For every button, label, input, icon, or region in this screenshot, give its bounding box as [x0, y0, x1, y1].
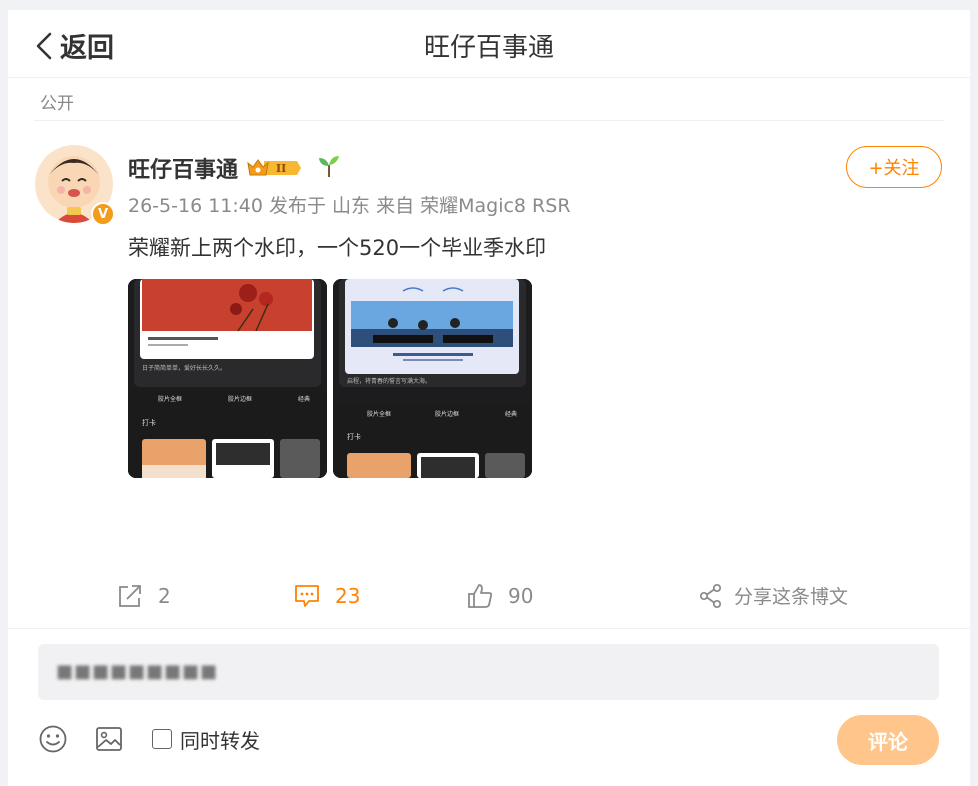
image-icon[interactable]	[94, 724, 124, 754]
share-post-action[interactable]: 分享这条博文	[698, 582, 848, 609]
submit-comment-button[interactable]: 评论	[837, 715, 939, 765]
like-count: 90	[508, 584, 534, 608]
svg-text:日子简简单单，爱好长长久久。: 日子简简单单，爱好长长久久。	[142, 364, 226, 372]
verified-badge: V	[91, 202, 115, 226]
thumbs-up-icon	[468, 584, 493, 608]
member-crown-icon[interactable]: II	[246, 156, 302, 180]
svg-text:启程，将青春的誓言写满大海。: 启程，将青春的誓言写满大海。	[347, 377, 431, 385]
comment-count: 23	[335, 584, 361, 608]
divider	[34, 120, 944, 121]
post-detail-page: 返回 旺仔百事通 公开 V 旺仔百事通 II 26-5-16 11:40 发布于…	[8, 10, 970, 786]
repost-label: 同时转发	[180, 728, 260, 753]
action-bar: 2 23 90 分享这条博文	[8, 580, 970, 616]
emoji-icon[interactable]	[38, 724, 68, 754]
svg-text:打卡: 打卡	[347, 432, 361, 441]
divider	[8, 628, 970, 629]
comment-action[interactable]: 23	[293, 582, 360, 610]
svg-text:经典: 经典	[505, 410, 517, 418]
page-title: 旺仔百事通	[423, 33, 554, 63]
post-text: 荣耀新上两个水印，一个520一个毕业季水印	[128, 236, 547, 260]
share-nodes-icon	[699, 583, 722, 608]
svg-text:胶片边框: 胶片边框	[435, 410, 459, 418]
svg-text:打卡: 打卡	[142, 418, 156, 427]
repost-action[interactable]: 2	[116, 582, 171, 610]
visibility-label: 公开	[40, 94, 74, 114]
svg-text:胶片全框: 胶片全框	[158, 395, 182, 403]
svg-text:II: II	[276, 162, 286, 175]
post-image-2[interactable]: 启程，将青春的誓言写满大海。 胶片全框 胶片边框 经典 打卡	[333, 279, 532, 478]
like-action[interactable]: 90	[466, 582, 533, 610]
svg-text:胶片全框: 胶片全框	[367, 410, 391, 418]
checkbox-box[interactable]	[152, 729, 172, 749]
author-row: 旺仔百事通 II	[128, 152, 342, 184]
share-out-icon	[119, 585, 141, 607]
comment-icon	[295, 585, 319, 607]
share-post-label: 分享这条博文	[734, 586, 849, 608]
svg-text:胶片边框: 胶片边框	[228, 395, 252, 403]
follow-button[interactable]: +关注	[846, 146, 942, 188]
repost-checkbox[interactable]: 同时转发	[152, 725, 260, 754]
post-image-1[interactable]: 日子简简单单，爱好长长久久。 胶片全框 胶片边框 经典 打卡	[128, 279, 327, 478]
composer-tools: 同时转发	[38, 724, 260, 754]
post-meta: 26-5-16 11:40 发布于 山东 来自 荣耀Magic8 RSR	[128, 195, 571, 217]
avatar[interactable]: V	[35, 145, 115, 226]
sprout-icon	[316, 154, 342, 182]
svg-text:经典: 经典	[298, 395, 310, 403]
top-bar: 返回 旺仔百事通	[8, 10, 970, 78]
repost-count: 2	[158, 584, 171, 608]
author-name[interactable]: 旺仔百事通	[128, 152, 238, 184]
comment-draft-text: ■■■■■■■■■	[56, 661, 219, 682]
comment-input[interactable]: ■■■■■■■■■	[38, 644, 939, 700]
